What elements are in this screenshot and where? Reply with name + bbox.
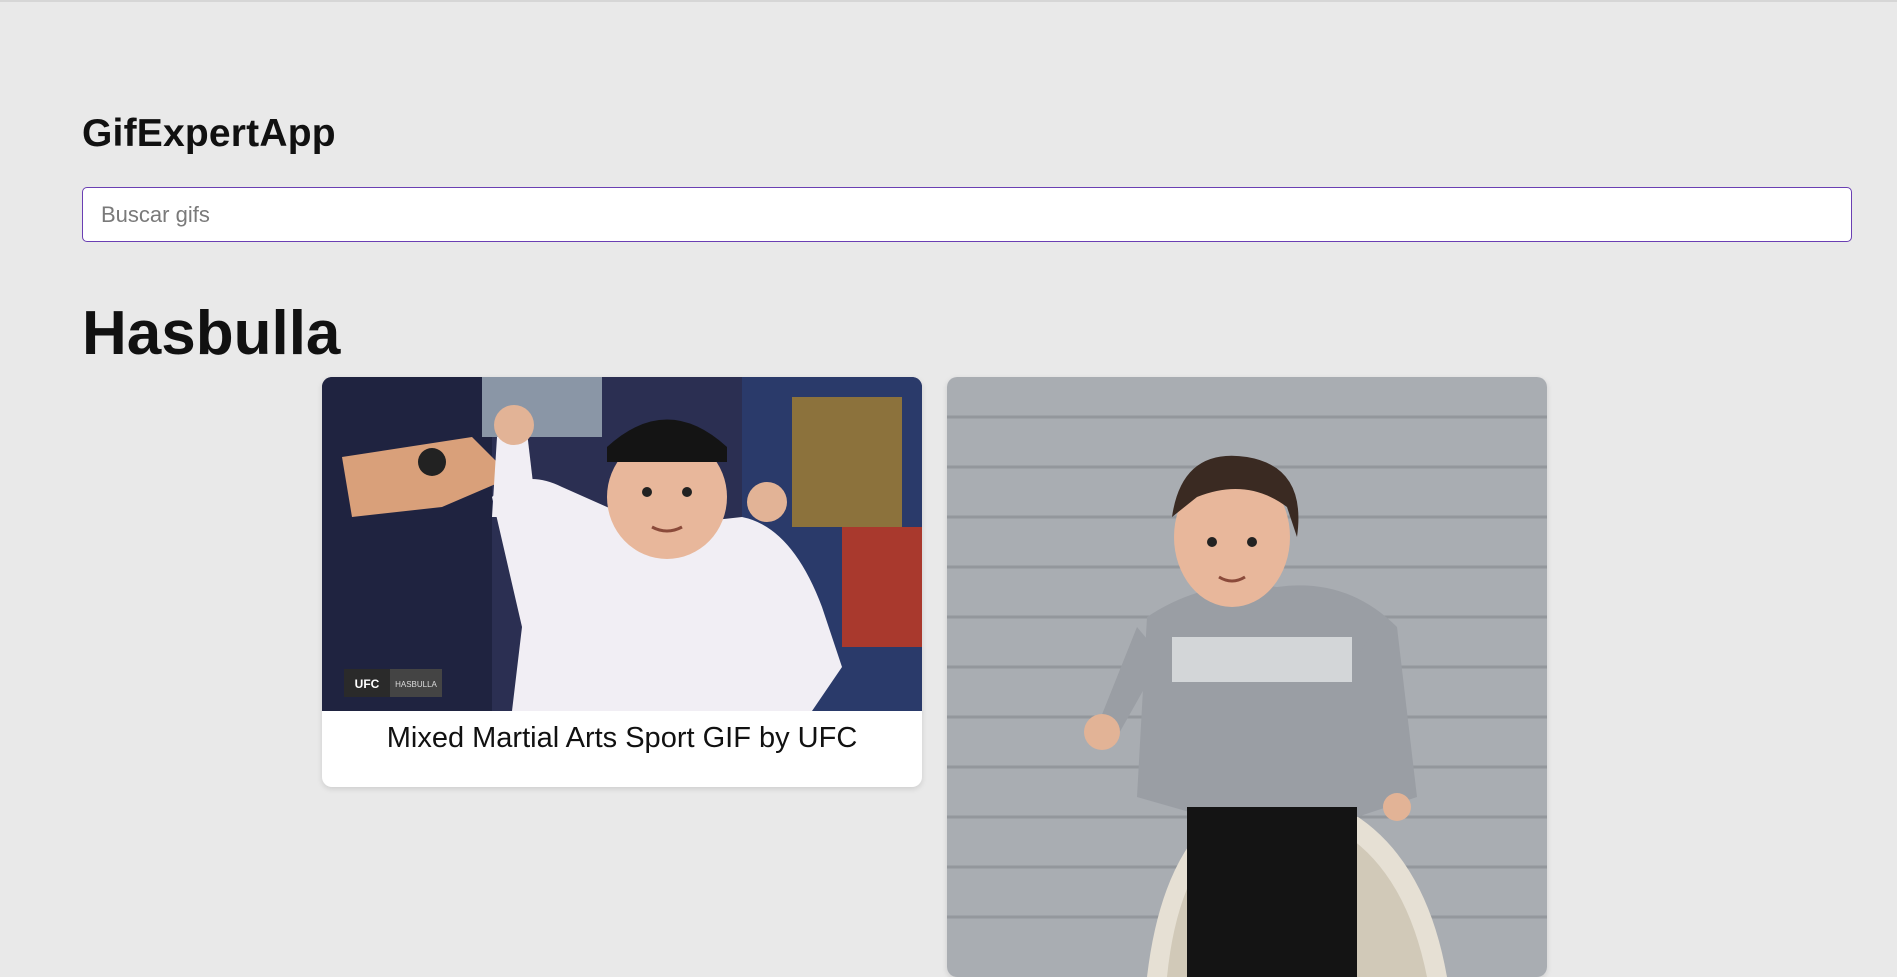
ufc-badge-text: UFC	[355, 677, 380, 691]
top-divider	[0, 0, 1897, 2]
overlay-label-text: HASBULLA	[395, 680, 437, 689]
gif-image	[947, 377, 1547, 977]
gif-title: Mixed Martial Arts Sport GIF by UFC	[386, 722, 858, 754]
app-title: GifExpertApp	[82, 112, 336, 155]
search-input[interactable]	[82, 187, 1852, 242]
category-title: Hasbulla	[82, 299, 341, 368]
gif-card[interactable]	[947, 377, 1547, 977]
gif-image: UFC HASBULLA	[322, 377, 922, 711]
gif-card[interactable]: UFC HASBULLA Mixed Martial Arts Sport GI…	[322, 377, 922, 787]
